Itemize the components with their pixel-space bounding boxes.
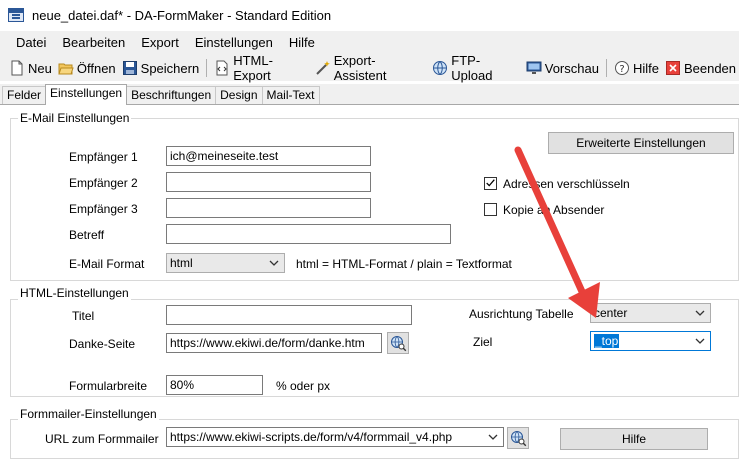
monitor-icon xyxy=(526,61,542,74)
menu-datei[interactable]: Datei xyxy=(8,31,54,55)
danke-seite-browse-button[interactable] xyxy=(387,332,409,354)
exit-icon xyxy=(665,61,680,75)
vorschau-label: Vorschau xyxy=(544,60,599,76)
html-file-icon xyxy=(216,60,228,76)
oeffnen-label: Öffnen xyxy=(76,60,116,76)
empfaenger2-label: Empfänger 2 xyxy=(69,176,138,190)
formularbreite-hint: % oder px xyxy=(276,379,331,393)
tab-beschriftungen[interactable]: Beschriftungen xyxy=(126,86,217,104)
neu-button[interactable]: Neu xyxy=(6,57,55,79)
globe-search-icon xyxy=(511,431,527,447)
formmailer-settings-legend: Formmailer-Einstellungen xyxy=(18,407,159,421)
tab-design[interactable]: Design xyxy=(215,86,263,104)
ftp-upload-button[interactable]: FTP-Upload xyxy=(429,53,522,83)
chevron-down-icon xyxy=(488,434,498,440)
danke-seite-input[interactable]: https://www.ekiwi.de/form/danke.htm xyxy=(166,333,382,353)
app-icon xyxy=(8,8,24,22)
tab-felder[interactable]: Felder xyxy=(2,86,47,104)
html-settings-legend: HTML-Einstellungen xyxy=(18,286,131,300)
help-icon: ? xyxy=(614,61,629,75)
empfaenger3-label: Empfänger 3 xyxy=(69,202,138,216)
betreff-input[interactable] xyxy=(166,224,451,244)
ziel-value: _top xyxy=(594,334,620,348)
chevron-down-icon xyxy=(695,338,705,344)
empfaenger2-input[interactable] xyxy=(166,172,371,192)
email-format-select[interactable]: html xyxy=(166,253,285,273)
window-title: neue_datei.daf* - DA-FormMaker - Standar… xyxy=(32,7,332,23)
email-format-label: E-Mail Format xyxy=(69,257,145,271)
hilfe-button[interactable]: ? Hilfe xyxy=(611,57,662,79)
toolbar: Neu Öffnen Speichern HTML-Export Export-… xyxy=(0,53,739,83)
hilfe-label: Hilfe xyxy=(632,60,659,76)
email-format-value: html xyxy=(170,256,193,270)
email-format-hint: html = HTML-Format / plain = Textformat xyxy=(296,257,512,271)
beenden-button[interactable]: Beenden xyxy=(662,57,739,79)
globe-search-icon xyxy=(391,336,407,352)
checkmark-icon xyxy=(486,179,495,187)
html-export-label: HTML-Export xyxy=(233,53,273,83)
speichern-label: Speichern xyxy=(140,60,200,76)
export-assistent-button[interactable]: Export-Assistent xyxy=(312,53,430,83)
export-assistent-label: Export-Assistent xyxy=(333,53,387,83)
menu-bearbeiten[interactable]: Bearbeiten xyxy=(54,31,133,55)
save-icon xyxy=(122,61,137,75)
new-file-icon xyxy=(11,60,23,76)
magic-wand-icon xyxy=(316,61,330,75)
vorschau-button[interactable]: Vorschau xyxy=(523,57,602,79)
globe-upload-icon xyxy=(433,61,448,75)
menu-hilfe[interactable]: Hilfe xyxy=(281,31,323,55)
kopie-checkbox[interactable] xyxy=(484,203,497,216)
danke-seite-label: Danke-Seite xyxy=(69,337,136,351)
menu-einstellungen[interactable]: Einstellungen xyxy=(187,31,281,55)
settings-panel: E-Mail Einstellungen Erweiterte Einstell… xyxy=(0,104,739,459)
formmailer-url-browse-button[interactable] xyxy=(507,427,529,449)
oeffnen-button[interactable]: Öffnen xyxy=(55,57,119,79)
html-export-button[interactable]: HTML-Export xyxy=(211,53,312,83)
ziel-label: Ziel xyxy=(473,335,493,349)
tab-mail-text[interactable]: Mail-Text xyxy=(261,86,320,104)
speichern-button[interactable]: Speichern xyxy=(119,57,203,79)
empfaenger1-input[interactable]: ich@meineseite.test xyxy=(166,146,371,166)
tab-einstellungen[interactable]: Einstellungen xyxy=(45,84,128,105)
toolbar-separator xyxy=(206,59,208,77)
ziel-select[interactable]: _top xyxy=(590,331,711,351)
ausrichtung-select[interactable]: center xyxy=(590,303,711,323)
empfaenger3-input[interactable] xyxy=(166,198,371,218)
title-bar: neue_datei.daf* - DA-FormMaker - Standar… xyxy=(0,0,739,30)
beenden-label: Beenden xyxy=(683,60,737,76)
formmailer-hilfe-button[interactable]: Hilfe xyxy=(560,428,708,450)
svg-text:?: ? xyxy=(619,64,624,75)
formularbreite-input[interactable]: 80% xyxy=(166,375,263,395)
ausrichtung-value: center xyxy=(594,306,628,320)
neu-label: Neu xyxy=(28,60,52,76)
ftp-upload-label: FTP-Upload xyxy=(451,53,493,83)
verschluesseln-checkbox[interactable] xyxy=(484,177,497,190)
betreff-label: Betreff xyxy=(69,228,105,242)
folder-open-icon xyxy=(58,63,74,75)
kopie-label: Kopie an Absender xyxy=(503,203,605,217)
menu-bar: Datei Bearbeiten Export Einstellungen Hi… xyxy=(0,31,739,55)
ausrichtung-label: Ausrichtung Tabelle xyxy=(469,307,574,321)
chevron-down-icon xyxy=(695,310,705,316)
email-settings-legend: E-Mail Einstellungen xyxy=(18,111,132,125)
menu-export[interactable]: Export xyxy=(133,31,187,55)
titel-label: Titel xyxy=(72,309,95,323)
formularbreite-label: Formularbreite xyxy=(69,379,148,393)
verschluesseln-label: Adressen verschlüsseln xyxy=(503,177,630,191)
formmailer-url-value: https://www.ekiwi-scripts.de/form/v4/for… xyxy=(170,430,453,444)
tab-bar: Felder Einstellungen Beschriftungen Desi… xyxy=(0,84,739,105)
empfaenger1-label: Empfänger 1 xyxy=(69,150,138,164)
toolbar-separator xyxy=(605,59,607,77)
formmailer-url-select[interactable]: https://www.ekiwi-scripts.de/form/v4/for… xyxy=(166,427,504,447)
chevron-down-icon xyxy=(269,260,279,266)
titel-input[interactable] xyxy=(166,305,412,325)
erweiterte-einstellungen-button[interactable]: Erweiterte Einstellungen xyxy=(548,132,734,154)
